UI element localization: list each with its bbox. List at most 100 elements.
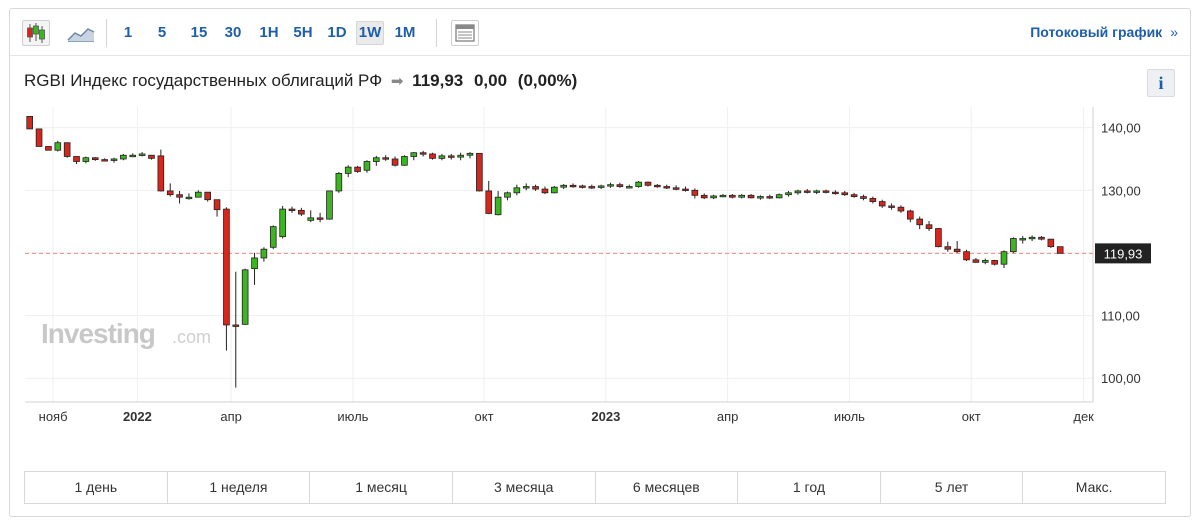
candle-body[interactable] xyxy=(625,186,633,189)
candle-body[interactable] xyxy=(672,187,680,190)
candle-body[interactable] xyxy=(1019,238,1027,241)
range-button-1[interactable]: 1 неделя xyxy=(168,472,311,503)
candle-body[interactable] xyxy=(897,206,905,212)
candle-body[interactable] xyxy=(466,152,474,156)
candle-body[interactable] xyxy=(738,194,745,198)
candle-body[interactable] xyxy=(878,201,886,207)
candle-body[interactable] xyxy=(1010,238,1017,253)
candle-body[interactable] xyxy=(401,156,408,166)
candle-body[interactable] xyxy=(1038,236,1045,240)
candle-body[interactable] xyxy=(869,198,877,202)
candle-body[interactable] xyxy=(35,128,43,147)
candle-body[interactable] xyxy=(504,192,511,198)
candle-body[interactable] xyxy=(700,194,708,199)
candle-body[interactable] xyxy=(850,194,858,197)
candle-body[interactable] xyxy=(307,217,315,221)
candle-body[interactable] xyxy=(1028,236,1036,240)
candle-body[interactable] xyxy=(1047,238,1055,248)
candle-body[interactable] xyxy=(298,209,305,215)
candle-body[interactable] xyxy=(494,196,502,216)
candle-body[interactable] xyxy=(382,157,389,160)
candle-body[interactable] xyxy=(213,199,221,211)
candle-body[interactable] xyxy=(644,181,652,186)
candle-body[interactable] xyxy=(747,194,755,199)
candle-body[interactable] xyxy=(185,196,193,200)
candle-body[interactable] xyxy=(1000,251,1008,265)
candle-body[interactable] xyxy=(560,184,567,188)
candle-body[interactable] xyxy=(953,248,961,253)
candle-body[interactable] xyxy=(429,153,436,159)
candle-body[interactable] xyxy=(363,161,371,171)
candle-body[interactable] xyxy=(157,155,165,192)
candle-body[interactable] xyxy=(223,208,230,326)
candle-body[interactable] xyxy=(344,166,352,174)
candle-body[interactable] xyxy=(63,142,71,157)
candle-body[interactable] xyxy=(101,159,108,162)
candle-body[interactable] xyxy=(176,194,183,198)
candle-body[interactable] xyxy=(710,195,717,199)
candle-body[interactable] xyxy=(148,154,155,159)
candle-body[interactable] xyxy=(120,154,127,160)
candle-body[interactable] xyxy=(841,192,849,196)
candle-body[interactable] xyxy=(232,324,240,327)
candle-body[interactable] xyxy=(447,155,455,158)
candle-body[interactable] xyxy=(991,260,998,265)
candle-body[interactable] xyxy=(541,188,549,194)
price-chart[interactable]: Investing.com140,00130,00120,00110,00100… xyxy=(10,9,1190,469)
candle-body[interactable] xyxy=(579,185,586,188)
candle-body[interactable] xyxy=(532,186,539,190)
candle-body[interactable] xyxy=(785,192,792,196)
candle-body[interactable] xyxy=(822,190,830,193)
candle-body[interactable] xyxy=(682,188,689,191)
candle-body[interactable] xyxy=(166,190,174,196)
candle-body[interactable] xyxy=(438,155,446,159)
range-button-7[interactable]: Макс. xyxy=(1023,472,1165,503)
candle-body[interactable] xyxy=(597,185,605,188)
candle-body[interactable] xyxy=(569,184,577,188)
candle-body[interactable] xyxy=(981,260,989,263)
candle-body[interactable] xyxy=(373,157,380,162)
candle-body[interactable] xyxy=(588,186,596,189)
candle-body[interactable] xyxy=(457,154,464,158)
candle-body[interactable] xyxy=(775,194,783,199)
candle-body[interactable] xyxy=(316,217,324,220)
candle-body[interactable] xyxy=(45,146,52,151)
candle-body[interactable] xyxy=(607,184,614,187)
candle-body[interactable] xyxy=(54,142,62,151)
candle-body[interactable] xyxy=(813,190,820,193)
candle-body[interactable] xyxy=(522,186,530,189)
candle-body[interactable] xyxy=(26,115,33,130)
candle-body[interactable] xyxy=(935,228,942,248)
range-button-4[interactable]: 6 месяцев xyxy=(596,472,739,503)
candle-body[interactable] xyxy=(963,251,970,261)
candle-body[interactable] xyxy=(729,194,736,198)
candle-body[interactable] xyxy=(757,196,764,199)
candle-body[interactable] xyxy=(551,186,558,194)
candle-body[interactable] xyxy=(251,257,258,269)
candle-body[interactable] xyxy=(888,205,895,208)
candle-body[interactable] xyxy=(335,172,343,192)
candle-body[interactable] xyxy=(860,196,867,199)
range-button-3[interactable]: 3 месяца xyxy=(453,472,596,503)
candle-body[interactable] xyxy=(719,194,727,198)
candle-body[interactable] xyxy=(195,191,202,198)
candle-body[interactable] xyxy=(476,152,483,192)
candle-body[interactable] xyxy=(691,189,699,196)
range-button-6[interactable]: 5 лет xyxy=(881,472,1024,503)
candle-body[interactable] xyxy=(513,187,521,194)
candle-body[interactable] xyxy=(354,166,361,172)
candle-body[interactable] xyxy=(663,186,671,189)
candle-body[interactable] xyxy=(138,153,146,156)
candle-body[interactable] xyxy=(269,226,277,248)
candle-body[interactable] xyxy=(110,158,118,161)
candle-body[interactable] xyxy=(916,218,923,226)
candle-body[interactable] xyxy=(410,152,418,157)
candle-body[interactable] xyxy=(635,181,642,187)
range-button-5[interactable]: 1 год xyxy=(738,472,881,503)
candle-body[interactable] xyxy=(972,259,980,263)
candle-body[interactable] xyxy=(326,190,333,220)
candle-body[interactable] xyxy=(794,190,802,194)
candle-body[interactable] xyxy=(925,224,933,229)
candle-body[interactable] xyxy=(391,158,399,166)
candle-body[interactable] xyxy=(907,210,914,220)
